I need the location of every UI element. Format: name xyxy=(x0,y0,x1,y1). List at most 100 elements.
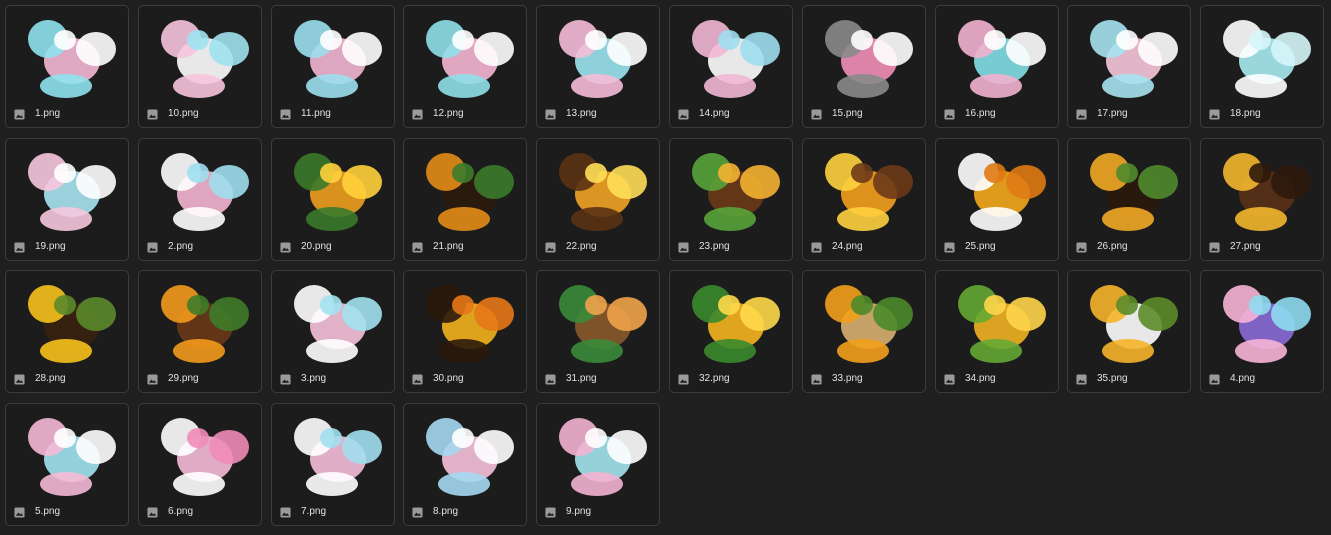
file-tile[interactable]: 27.png xyxy=(1200,138,1324,261)
image-file-icon xyxy=(412,506,423,518)
file-name-label: 22.png xyxy=(566,241,597,252)
file-tile[interactable]: 3.png xyxy=(271,270,395,393)
file-caption: 25.png xyxy=(944,239,996,255)
image-file-icon xyxy=(545,373,556,385)
file-tile[interactable]: 29.png xyxy=(138,270,262,393)
thumbnail-image xyxy=(1209,143,1317,241)
thumbnail-image xyxy=(14,408,122,506)
file-caption: 15.png xyxy=(811,106,863,122)
file-tile[interactable]: 25.png xyxy=(935,138,1059,261)
file-caption: 29.png xyxy=(147,371,199,387)
file-name-label: 3.png xyxy=(301,373,327,384)
file-tile[interactable]: 5.png xyxy=(5,403,129,526)
thumbnail-image xyxy=(811,143,919,241)
thumbnail-image xyxy=(280,10,388,108)
thumbnail-image xyxy=(412,408,520,506)
file-caption: 30.png xyxy=(412,371,464,387)
thumbnail-image xyxy=(1209,10,1317,108)
file-name-label: 21.png xyxy=(433,241,464,252)
file-caption: 18.png xyxy=(1209,106,1261,122)
image-file-icon xyxy=(147,108,158,120)
file-tile[interactable]: 23.png xyxy=(669,138,793,261)
thumbnail-image xyxy=(412,143,520,241)
thumbnail-image xyxy=(944,10,1052,108)
file-tile[interactable]: 1.png xyxy=(5,5,129,128)
file-caption: 7.png xyxy=(280,504,326,520)
file-tile[interactable]: 16.png xyxy=(935,5,1059,128)
file-name-label: 13.png xyxy=(566,108,597,119)
file-caption: 21.png xyxy=(412,239,464,255)
image-file-icon xyxy=(280,373,291,385)
file-name-label: 32.png xyxy=(699,373,730,384)
thumbnail-image xyxy=(811,10,919,108)
file-tile[interactable]: 17.png xyxy=(1067,5,1191,128)
file-caption: 13.png xyxy=(545,106,597,122)
file-tile[interactable]: 13.png xyxy=(536,5,660,128)
image-file-icon xyxy=(280,241,291,253)
image-file-icon xyxy=(944,241,955,253)
file-name-label: 26.png xyxy=(1097,241,1128,252)
image-file-icon xyxy=(280,506,291,518)
file-tile[interactable]: 10.png xyxy=(138,5,262,128)
thumbnail-image xyxy=(1076,10,1184,108)
file-tile[interactable]: 7.png xyxy=(271,403,395,526)
file-name-label: 19.png xyxy=(35,241,66,252)
thumbnail-image xyxy=(545,143,653,241)
file-name-label: 14.png xyxy=(699,108,730,119)
file-tile[interactable]: 11.png xyxy=(271,5,395,128)
thumbnail-image xyxy=(412,10,520,108)
file-name-label: 17.png xyxy=(1097,108,1128,119)
file-tile[interactable]: 33.png xyxy=(802,270,926,393)
thumbnail-image xyxy=(147,275,255,373)
file-name-label: 18.png xyxy=(1230,108,1261,119)
file-tile[interactable]: 15.png xyxy=(802,5,926,128)
file-tile[interactable]: 12.png xyxy=(403,5,527,128)
file-tile[interactable]: 20.png xyxy=(271,138,395,261)
file-tile[interactable]: 28.png xyxy=(5,270,129,393)
file-name-label: 1.png xyxy=(35,108,61,119)
image-file-icon xyxy=(678,373,689,385)
file-tile[interactable]: 2.png xyxy=(138,138,262,261)
file-tile[interactable]: 32.png xyxy=(669,270,793,393)
image-file-icon xyxy=(545,241,556,253)
file-name-label: 10.png xyxy=(168,108,199,119)
image-file-icon xyxy=(811,241,822,253)
file-name-label: 8.png xyxy=(433,506,459,517)
file-tile[interactable]: 8.png xyxy=(403,403,527,526)
image-file-icon xyxy=(944,108,955,120)
image-file-icon xyxy=(147,373,158,385)
file-tile[interactable]: 18.png xyxy=(1200,5,1324,128)
file-tile[interactable]: 14.png xyxy=(669,5,793,128)
file-tile[interactable]: 34.png xyxy=(935,270,1059,393)
file-tile[interactable]: 9.png xyxy=(536,403,660,526)
file-tile[interactable]: 30.png xyxy=(403,270,527,393)
file-caption: 4.png xyxy=(1209,371,1255,387)
file-caption: 2.png xyxy=(147,239,193,255)
file-caption: 6.png xyxy=(147,504,193,520)
thumbnail-image xyxy=(147,408,255,506)
file-name-label: 31.png xyxy=(566,373,597,384)
file-tile[interactable]: 24.png xyxy=(802,138,926,261)
file-tile[interactable]: 31.png xyxy=(536,270,660,393)
file-name-label: 5.png xyxy=(35,506,61,517)
image-file-icon xyxy=(147,241,158,253)
file-tile[interactable]: 19.png xyxy=(5,138,129,261)
file-name-label: 9.png xyxy=(566,506,592,517)
file-caption: 10.png xyxy=(147,106,199,122)
file-tile[interactable]: 21.png xyxy=(403,138,527,261)
file-grid: 1.png 10.png 11.png 12.png 13.png 14.png 15.pn… xyxy=(0,0,1331,535)
file-tile[interactable]: 26.png xyxy=(1067,138,1191,261)
thumbnail-image xyxy=(14,275,122,373)
file-name-label: 30.png xyxy=(433,373,464,384)
image-file-icon xyxy=(412,241,423,253)
file-name-label: 24.png xyxy=(832,241,863,252)
file-tile[interactable]: 4.png xyxy=(1200,270,1324,393)
file-tile[interactable]: 22.png xyxy=(536,138,660,261)
image-file-icon xyxy=(545,506,556,518)
file-caption: 34.png xyxy=(944,371,996,387)
file-tile[interactable]: 6.png xyxy=(138,403,262,526)
file-tile[interactable]: 35.png xyxy=(1067,270,1191,393)
image-file-icon xyxy=(147,506,158,518)
thumbnail-image xyxy=(147,10,255,108)
file-caption: 8.png xyxy=(412,504,458,520)
